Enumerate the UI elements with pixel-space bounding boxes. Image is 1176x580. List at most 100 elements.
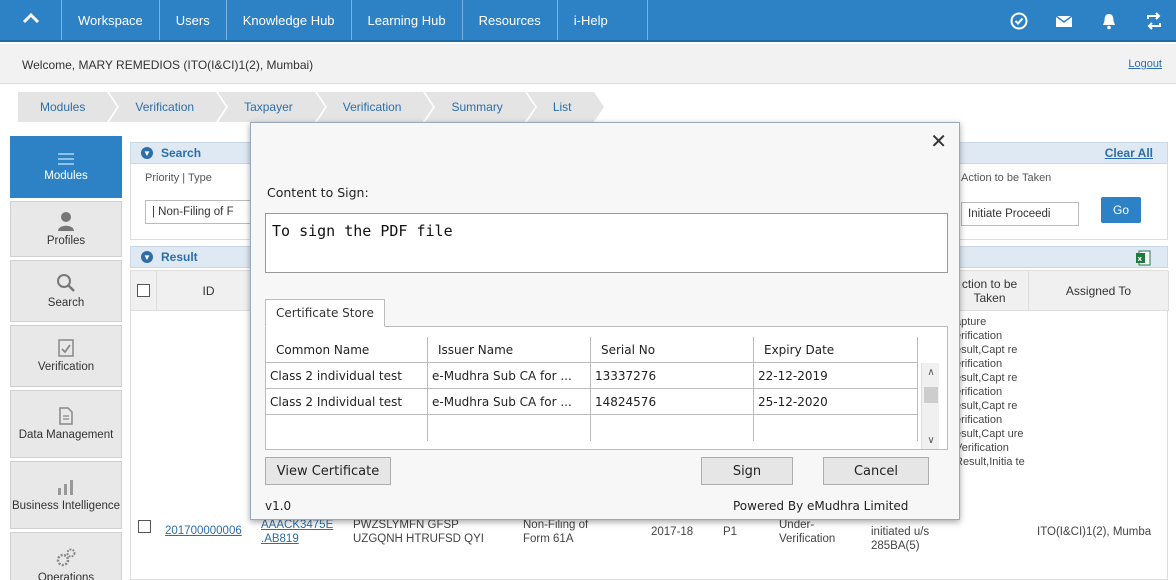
row-action-taken: initiated u/s 285BA(5)	[871, 526, 930, 552]
verification-icon	[58, 338, 74, 357]
tab-certificate-store[interactable]: Certificate Store	[265, 299, 385, 327]
go-button[interactable]: Go	[1101, 197, 1141, 223]
chevron-down-icon: ▼	[141, 251, 153, 263]
nav-users[interactable]: Users	[160, 0, 227, 40]
home-button[interactable]	[0, 0, 62, 40]
close-icon[interactable]: ✕	[930, 129, 947, 153]
nav-learning-hub[interactable]: Learning Hub	[352, 0, 463, 40]
sidebar-item-label: Verification	[37, 360, 95, 373]
row-name: PWZSLYMFN GFSP UZGQNH HTRUFSD QYI	[353, 519, 484, 545]
sidebar-item-label: Search	[47, 296, 85, 309]
sidebar-item-data-management[interactable]: Data Management	[10, 390, 122, 458]
chevron-down-icon: ▼	[141, 147, 153, 159]
certificate-row[interactable]: Class 2 Individual test e-Mudhra Sub CA …	[266, 389, 918, 415]
sign-dialog: ✕ Content to Sign: To sign the PDF file …	[250, 122, 960, 520]
search-icon	[57, 273, 75, 292]
certificate-table-header: Common Name Issuer Name Serial No Expiry…	[266, 337, 918, 363]
column-header-common-name[interactable]: Common Name	[266, 337, 428, 362]
nav-resources[interactable]: Resources	[463, 0, 558, 40]
nav-i-help[interactable]: i-Help	[558, 0, 648, 40]
switch-button[interactable]	[1131, 12, 1176, 30]
column-header-serial-no[interactable]: Serial No	[591, 337, 754, 362]
nav-workspace[interactable]: Workspace	[62, 0, 160, 40]
sidebar-item-search[interactable]: Search	[10, 260, 122, 322]
sidebar-item-verification[interactable]: Verification	[10, 325, 122, 387]
certificate-serial-no: 13337276	[591, 363, 754, 388]
check-circle-icon	[1010, 12, 1027, 30]
scroll-up-icon[interactable]: ∧	[922, 363, 940, 381]
version-label: v1.0	[265, 499, 292, 513]
search-panel-title: Search	[161, 146, 202, 160]
certificate-scrollbar[interactable]: ∧ ∨	[921, 363, 939, 449]
scroll-down-icon[interactable]: ∨	[922, 431, 940, 449]
mail-button[interactable]	[1041, 13, 1086, 29]
person-icon	[58, 211, 74, 231]
clear-all-link[interactable]: Clear All	[1105, 146, 1153, 160]
certificate-common-name: Class 2 Individual test	[266, 389, 428, 414]
cancel-button[interactable]: Cancel	[823, 457, 929, 485]
envelope-icon	[1055, 15, 1072, 27]
nav-knowledge-hub[interactable]: Knowledge Hub	[227, 0, 352, 40]
certificate-common-name: Class 2 individual test	[266, 363, 428, 388]
certificate-issuer-name: e-Mudhra Sub CA for ...	[428, 363, 591, 388]
priority-type-select[interactable]: | Non-Filing of F	[145, 200, 265, 224]
powered-by-label: Powered By eMudhra Limited	[733, 499, 909, 513]
sidebar-item-label: Business Intelligence	[11, 499, 121, 512]
breadcrumb-modules[interactable]: Modules	[18, 92, 118, 122]
gears-icon	[56, 548, 76, 566]
scroll-thumb[interactable]	[924, 387, 938, 403]
sidebar: Modules Profiles Search Verification Dat…	[10, 136, 122, 580]
action-label: Action to be Taken	[961, 172, 1052, 184]
sidebar-item-profiles[interactable]: Profiles	[10, 201, 122, 257]
notifications-button[interactable]	[1086, 12, 1131, 30]
sidebar-item-business-intelligence[interactable]: Business Intelligence	[10, 461, 122, 529]
sidebar-item-operations[interactable]: Operations	[10, 532, 122, 580]
action-select[interactable]: Initiate Proceedi	[961, 202, 1079, 226]
content-to-sign-label: Content to Sign:	[267, 185, 369, 200]
breadcrumb-list[interactable]: List	[526, 92, 604, 122]
row-id-link[interactable]: 201700000006	[165, 524, 242, 538]
column-header-action[interactable]: ction to be Taken	[951, 271, 1029, 311]
row-type: Non-Filing of Form 61A	[523, 519, 589, 545]
certificate-issuer-name	[428, 415, 591, 441]
sidebar-item-label: Operations	[37, 571, 95, 580]
sidebar-item-modules[interactable]: Modules	[10, 136, 122, 198]
row-pan-link[interactable]: AAACK3475E .AB819	[261, 518, 333, 546]
select-all-header	[131, 271, 157, 311]
excel-icon[interactable]: x	[1135, 250, 1151, 266]
priority-type-label: Priority | Type	[145, 172, 212, 184]
column-header-id[interactable]: ID	[157, 271, 261, 311]
bell-icon	[1102, 14, 1115, 30]
sidebar-item-label: Profiles	[46, 234, 86, 247]
menu-icon	[58, 152, 74, 165]
certificate-serial-no	[591, 415, 754, 441]
certificate-issuer-name: e-Mudhra Sub CA for ...	[428, 389, 591, 414]
breadcrumb-verification-2[interactable]: Verification	[316, 92, 434, 122]
column-header-issuer-name[interactable]: Issuer Name	[428, 337, 591, 362]
top-navigation-bar: Workspace Users Knowledge Hub Learning H…	[0, 0, 1176, 42]
column-header-expiry-date[interactable]: Expiry Date	[754, 337, 918, 362]
sidebar-item-label: Modules	[44, 169, 88, 182]
welcome-text: Welcome, MARY REMEDIOS (ITO(I&CI)1(2), M…	[22, 58, 314, 72]
breadcrumb-verification[interactable]: Verification	[109, 92, 226, 122]
svg-text:x: x	[1138, 255, 1143, 263]
view-certificate-button[interactable]: View Certificate	[265, 457, 391, 485]
home-icon	[22, 12, 39, 24]
logout-link[interactable]: Logout	[1128, 58, 1162, 70]
certificate-serial-no: 14824576	[591, 389, 754, 414]
column-header-assigned[interactable]: Assigned To	[1029, 271, 1169, 311]
status-button[interactable]	[996, 12, 1041, 30]
action-column-text: apture erification esult,Capt re erifica…	[955, 316, 1025, 468]
certificate-row-empty[interactable]	[266, 415, 918, 441]
sign-button[interactable]: Sign	[701, 457, 793, 485]
row-checkbox[interactable]	[138, 520, 151, 533]
select-all-checkbox[interactable]	[137, 284, 150, 297]
breadcrumb-taxpayer[interactable]: Taxpayer	[218, 92, 325, 122]
result-panel-title: Result	[161, 250, 198, 264]
breadcrumb: Modules Verification Taxpayer Verificati…	[18, 92, 604, 122]
certificate-row[interactable]: Class 2 individual test e-Mudhra Sub CA …	[266, 363, 918, 389]
content-to-sign-field[interactable]: To sign the PDF file	[265, 213, 948, 273]
certificate-expiry-date: 22-12-2019	[754, 363, 918, 388]
certificate-table: Common Name Issuer Name Serial No Expiry…	[266, 337, 918, 441]
breadcrumb-summary[interactable]: Summary	[425, 92, 536, 122]
